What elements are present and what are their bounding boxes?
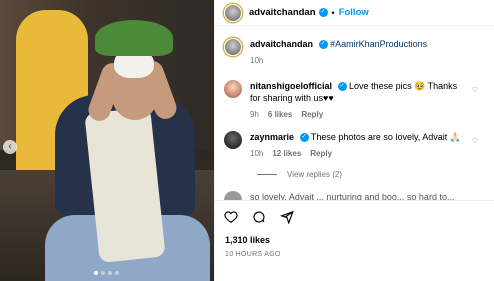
- image-leaves: [95, 20, 173, 56]
- replies-divider: [257, 174, 277, 175]
- likes-count[interactable]: 1,310 likes: [225, 235, 270, 245]
- comment-time: 10h: [250, 149, 264, 158]
- post-caption: advaitchandan ✓ #AamirKhanProductions 10…: [224, 38, 427, 67]
- heart-icon[interactable]: [224, 210, 238, 229]
- comment-username[interactable]: zaynmarie: [250, 132, 294, 142]
- caption-hashtag[interactable]: #AamirKhanProductions: [330, 39, 427, 49]
- post-image[interactable]: ‹: [0, 0, 214, 281]
- post-side-panel: advaitchandan ✓ • Follow advaitchandan ✓…: [214, 0, 494, 281]
- author-username[interactable]: advaitchandan: [249, 7, 316, 18]
- comment-avatar[interactable]: [224, 131, 242, 149]
- comment-time: 9h: [250, 110, 259, 119]
- carousel-dots: [94, 271, 119, 275]
- comment-item: nitanshigoelofficial ✓ Love these pics 🥹…: [224, 80, 486, 121]
- header-separator: •: [331, 7, 335, 18]
- comment-text: so lovely. Advait ... nurturing and boo.…: [250, 192, 455, 200]
- comment-text: These photos are so lovely, Advait 🙏🏻: [310, 132, 462, 142]
- comment-likes[interactable]: 6 likes: [268, 109, 292, 121]
- carousel-prev-button[interactable]: ‹: [3, 140, 17, 154]
- reply-button[interactable]: Reply: [310, 148, 332, 160]
- caption-username[interactable]: advaitchandan: [250, 39, 313, 49]
- post-actions: [215, 200, 494, 229]
- view-replies-button[interactable]: View replies (2): [257, 170, 342, 179]
- caption-time: 10h: [250, 56, 264, 65]
- follow-button[interactable]: Follow: [339, 7, 369, 18]
- post-header: advaitchandan ✓ • Follow: [215, 0, 494, 26]
- view-replies-label: View replies (2): [287, 170, 342, 179]
- verified-badge-icon: ✓: [318, 40, 328, 50]
- carousel-dot: [108, 271, 112, 275]
- carousel-dot: [94, 271, 98, 275]
- image-head: [112, 72, 158, 120]
- comment-like-heart-icon[interactable]: ♡: [472, 86, 478, 94]
- comment-avatar[interactable]: [224, 191, 242, 200]
- comment-avatar[interactable]: [224, 80, 242, 98]
- reply-button[interactable]: Reply: [301, 109, 323, 121]
- verified-badge-icon: ✓: [337, 82, 347, 92]
- post-timestamp: 10 HOURS AGO: [225, 251, 281, 258]
- comment-likes[interactable]: 12 likes: [272, 148, 301, 160]
- verified-badge-icon: ✓: [299, 133, 309, 143]
- carousel-dot: [115, 271, 119, 275]
- share-icon[interactable]: [279, 210, 294, 229]
- comment-item-partial: so lovely. Advait ... nurturing and boo.…: [224, 191, 486, 200]
- verified-badge-icon: ✓: [318, 8, 328, 17]
- comment-like-heart-icon[interactable]: ♡: [472, 137, 478, 145]
- carousel-dot: [101, 271, 105, 275]
- comment-item: zaynmarie ✓ These photos are so lovely, …: [224, 131, 486, 160]
- caption-avatar[interactable]: [224, 38, 242, 56]
- comment-username[interactable]: nitanshigoelofficial: [250, 81, 332, 91]
- comment-icon[interactable]: [252, 210, 266, 229]
- author-avatar[interactable]: [224, 3, 242, 22]
